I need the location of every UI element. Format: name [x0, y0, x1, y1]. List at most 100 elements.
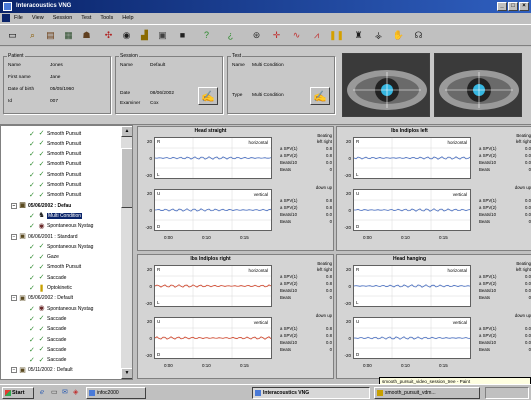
caloric-icon[interactable]: ⚶ [372, 29, 385, 42]
trace-label: vertical [253, 192, 268, 197]
horizontal-trace-plot[interactable]: horizontal R L [154, 137, 272, 179]
search-icon[interactable]: ⌕ [26, 29, 39, 42]
chart-panel[interactable]: Ibs Indiplos right 20 0 -20 horizontal R L Beat… [137, 254, 334, 379]
y-tick-label: 20 [146, 191, 152, 196]
ie-icon[interactable]: ℯ [40, 389, 48, 397]
x-tick-label: 0:10 [202, 235, 211, 240]
tree-item[interactable]: ✓ ✓ Smooth Pursuit [29, 139, 81, 148]
nystagmus-icon[interactable]: ∿ [290, 29, 303, 42]
tree-item[interactable]: ✓ ✓ Smooth Pursuit [29, 170, 81, 179]
tree-item[interactable]: ✓ ✓ Saccade [29, 325, 66, 334]
help-icon[interactable]: ? [200, 29, 213, 42]
tree-item[interactable]: ✓ ✓ Smooth Pursuit [29, 181, 81, 190]
close-button[interactable]: × [519, 2, 529, 11]
head-icon[interactable]: ☊ [412, 29, 425, 42]
stats-row-value: 0.0 [326, 288, 332, 293]
task-interacoustics-vng[interactable]: Interacoustics VNG [252, 387, 370, 399]
print-icon[interactable]: ▤ [44, 29, 57, 42]
start-button[interactable]: Start [2, 387, 34, 399]
menu-test[interactable]: Test [81, 15, 91, 21]
scroll-up-arrow[interactable]: ▲ [121, 126, 132, 137]
question-icon[interactable]: ¿ [224, 29, 237, 42]
collapse-toggle-icon[interactable]: − [11, 233, 17, 240]
menu-view[interactable]: View [32, 15, 44, 21]
system-menu-icon[interactable] [2, 14, 10, 22]
save-icon[interactable]: ▦ [62, 29, 75, 42]
desktop-icon[interactable]: ▭ [51, 389, 59, 397]
minimize-button[interactable]: _ [497, 2, 507, 11]
new-icon[interactable]: ▭ [6, 29, 19, 42]
tree-item[interactable]: ✓ ◉ Spontaneous Nystag [29, 222, 93, 231]
chart-title: Head hanging [392, 256, 427, 262]
task-infoc2000[interactable]: infoc2000 [86, 387, 146, 399]
tree-item[interactable]: − ▣ 05/11/2002 : Default [11, 366, 73, 375]
chart-panel[interactable]: Head hanging 20 0 -20 horizontal R L Beating lef… [336, 254, 531, 379]
tree-item[interactable]: ✓ ✓ Saccade [29, 314, 66, 323]
vertical-trace-plot[interactable]: vertical U D [353, 189, 471, 231]
tree-item[interactable]: ✓ ✓ Saccade [29, 335, 66, 344]
positional-icon[interactable]: ♜ [352, 29, 365, 42]
tree-scrollbar[interactable]: ▲ ▼ [121, 126, 132, 379]
eye-move-icon[interactable]: ⊛ [250, 29, 263, 42]
menu-help[interactable]: Help [122, 15, 133, 21]
record-icon[interactable]: ◉ [120, 29, 133, 42]
stats-row: a SPV(1) 0.0 [479, 146, 531, 151]
vertical-trace-plot[interactable]: vertical U D [154, 189, 272, 231]
pursuit-icon[interactable]: ⩘ [310, 29, 323, 42]
tree-item[interactable]: ✓ ✓ Saccade [29, 273, 66, 282]
stats-heading: Beating [516, 261, 531, 266]
tree-item[interactable]: ✓ ✓ Smooth Pursuit [29, 191, 81, 200]
disk-icon[interactable]: ■ [176, 29, 189, 42]
user-icon[interactable]: ☗ [80, 29, 93, 42]
tree-item[interactable]: ✓ ✓ Smooth Pursuit [29, 150, 81, 159]
outlook-icon[interactable]: ✉ [62, 389, 70, 397]
tree-item[interactable]: ✓ ✓ Saccade [29, 356, 66, 365]
direction-label: L [356, 300, 359, 305]
tree-item[interactable]: ✓ ✓ Smooth Pursuit [29, 160, 81, 169]
bars-icon[interactable]: ❚❚ [329, 29, 344, 42]
window-titlebar[interactable]: Interacoustics VNG _ □ × [0, 0, 531, 13]
horizontal-trace-plot[interactable]: horizontal R L [353, 265, 471, 307]
y-tick-label: 0 [149, 156, 152, 161]
vertical-trace-plot[interactable]: vertical U D [154, 317, 272, 359]
tree-item[interactable]: ✓ ◉ Spontaneous Nystag [29, 304, 93, 313]
stats-row-label: a SPV(1) [280, 326, 298, 331]
media-icon[interactable]: ◈ [73, 389, 81, 397]
horizontal-trace-plot[interactable]: horizontal R L [154, 265, 272, 307]
chart-icon[interactable]: ▟ [138, 29, 151, 42]
hand-icon[interactable]: ✋ [392, 29, 405, 42]
tree-item[interactable]: − ▣ 05/06/2002 : Defau [11, 201, 71, 210]
tree-item[interactable]: − ▣ 05/06/2002 : Default [11, 294, 73, 303]
tree-item[interactable]: ✓ ✓ Smooth Pursuit [29, 263, 81, 272]
tree-item[interactable]: ✓ ✓ Spontaneous Nystag [29, 242, 93, 251]
session-notes-button[interactable]: ✍ [198, 87, 218, 105]
crosshair-icon[interactable]: ✛ [270, 29, 283, 42]
screen-icon[interactable]: ▣ [156, 29, 169, 42]
session-tree[interactable]: ✓ ✓ Smooth Pursuit ✓ ✓ Smooth Pursuit ✓ ✓ Smooth… [0, 125, 133, 380]
tree-item[interactable]: ✓ ❚ Optokinetic [29, 284, 72, 293]
tree-item[interactable]: ✓ ✓ Saccade [29, 345, 66, 354]
menu-tools[interactable]: Tools [100, 15, 113, 21]
move-icon[interactable]: ✣ [102, 29, 115, 42]
tree-item[interactable]: ✓ ✓ Gaze [29, 253, 59, 262]
maximize-button[interactable]: □ [508, 2, 518, 11]
horizontal-trace-plot[interactable]: horizontal R L [353, 137, 471, 179]
task-paint[interactable]: smooth_pursuit_vdm... [374, 387, 480, 399]
stats-row: a SPV(1) 0.8 [280, 146, 332, 151]
scroll-down-arrow[interactable]: ▼ [121, 368, 132, 379]
test-type-value: Multi Condition [252, 93, 284, 98]
menu-session[interactable]: Session [53, 15, 73, 21]
tree-item[interactable]: − ▣ 06/06/2001 : Standard [11, 232, 78, 241]
trace-label: vertical [253, 320, 268, 325]
collapse-toggle-icon[interactable]: − [11, 202, 17, 209]
menu-file[interactable]: File [14, 15, 23, 21]
chart-panel[interactable]: Head straight 20 0 -20 horizontal R L Beating le… [137, 126, 334, 251]
vertical-trace-plot[interactable]: vertical U D [353, 317, 471, 359]
collapse-toggle-icon[interactable]: − [11, 295, 17, 302]
collapse-toggle-icon[interactable]: − [11, 367, 17, 374]
tree-item[interactable]: ✓ ✓ Smooth Pursuit [29, 129, 81, 138]
chart-panel[interactable]: Ibs Indiplos left 20 0 -20 horizontal R L Beati… [336, 126, 531, 251]
test-notes-button[interactable]: ✍ [310, 87, 330, 105]
tree-item[interactable]: ✓ ♞ Multi Condition [29, 211, 83, 220]
scroll-thumb[interactable] [121, 148, 132, 208]
